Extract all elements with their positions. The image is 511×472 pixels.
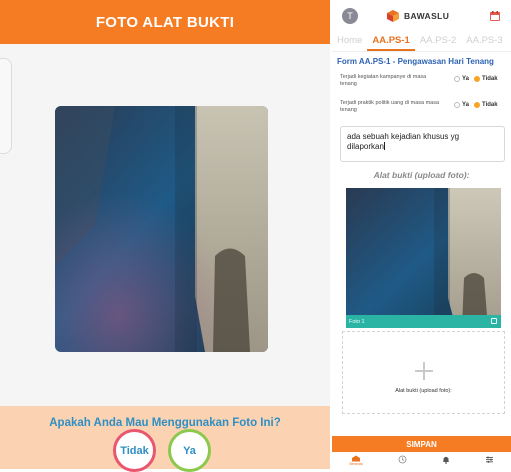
radio-yes[interactable] bbox=[454, 76, 460, 82]
photo-preview-image bbox=[55, 106, 268, 352]
history-icon bbox=[398, 455, 407, 464]
nav-notifications[interactable] bbox=[442, 452, 450, 464]
upload-section-title: Alat bukti (upload foto): bbox=[373, 170, 470, 180]
question-text: Terjadi praktik politik uang di masa mas… bbox=[340, 100, 440, 113]
text-cursor bbox=[383, 141, 385, 150]
calendar-icon[interactable] bbox=[489, 10, 501, 22]
home-icon bbox=[352, 455, 361, 462]
question-row: Terjadi praktik politik uang di masa mas… bbox=[332, 96, 511, 120]
plus-icon bbox=[415, 362, 433, 380]
save-button[interactable]: SIMPAN bbox=[332, 436, 511, 452]
evidence-photo-preview bbox=[55, 106, 268, 352]
bell-icon bbox=[442, 456, 449, 464]
uploaded-photo-image bbox=[346, 188, 501, 328]
use-photo-question: Apakah Anda Mau Menggunakan Foto Ini? bbox=[49, 417, 281, 429]
tab-aa-ps-3[interactable]: AA.PS-3 bbox=[461, 32, 507, 51]
side-panel-edge bbox=[0, 58, 12, 154]
radio-no-label: Tidak bbox=[482, 102, 498, 108]
brand-name: BAWASLU bbox=[404, 11, 450, 21]
brand: BAWASLU bbox=[386, 9, 449, 23]
reject-photo-button[interactable]: Tidak bbox=[113, 429, 156, 472]
bawaslu-logo-icon bbox=[387, 10, 399, 22]
photo-caption: Foto 1 bbox=[349, 319, 365, 325]
radio-no-label: Tidak bbox=[482, 76, 498, 82]
nav-home[interactable]: Beranda bbox=[349, 452, 363, 466]
photo-confirm-screen: FOTO ALAT BUKTI Apakah Anda Mau Mengguna… bbox=[0, 0, 330, 472]
tab-home[interactable]: Home bbox=[332, 32, 367, 51]
app-top-bar: T BAWASLU bbox=[332, 0, 511, 32]
accept-photo-button[interactable]: Ya bbox=[168, 429, 211, 472]
add-photo-dropzone[interactable]: Alat bukti (upload foto): bbox=[342, 331, 505, 414]
radio-yes[interactable] bbox=[454, 102, 460, 108]
photo-screen-title: FOTO ALAT BUKTI bbox=[95, 13, 235, 31]
radio-no[interactable] bbox=[474, 76, 481, 82]
report-form-screen: T BAWASLU Home AA.PS-1 AA.PS-2 AA.PS-3 F… bbox=[332, 0, 511, 469]
bottom-nav: Beranda bbox=[332, 452, 511, 469]
form-title: Form AA.PS-1 - Pengawasan Hari Tenang bbox=[337, 57, 494, 66]
form-tabs: Home AA.PS-1 AA.PS-2 AA.PS-3 bbox=[332, 32, 511, 52]
tab-aa-ps-2[interactable]: AA.PS-2 bbox=[415, 32, 461, 51]
user-avatar[interactable]: T bbox=[342, 8, 358, 24]
question-options: Ya Tidak bbox=[454, 102, 498, 108]
radio-yes-label: Ya bbox=[462, 76, 470, 82]
photo-confirm-panel: Apakah Anda Mau Menggunakan Foto Ini? bbox=[0, 406, 330, 469]
photo-caption-bar: Foto 1 bbox=[346, 315, 501, 328]
photo-screen-header: FOTO ALAT BUKTI bbox=[0, 0, 330, 44]
nav-settings[interactable] bbox=[485, 452, 494, 464]
nav-history[interactable] bbox=[398, 452, 407, 464]
nav-home-label: Beranda bbox=[349, 462, 363, 466]
uploaded-photo-thumbnail[interactable] bbox=[346, 188, 501, 328]
description-textarea[interactable]: ada sebuah kejadian khusus yg dilaporkan bbox=[340, 126, 505, 162]
radio-yes-label: Ya bbox=[462, 102, 470, 108]
question-options: Ya Tidak bbox=[454, 76, 498, 82]
radio-no[interactable] bbox=[474, 102, 481, 108]
settings-icon bbox=[485, 456, 493, 463]
remove-photo-icon[interactable] bbox=[491, 318, 497, 324]
add-photo-label: Alat bukti (upload foto): bbox=[395, 388, 452, 394]
description-text: ada sebuah kejadian khusus yg dilaporkan bbox=[347, 132, 460, 151]
question-text: Terjadi kegiatan kampanye di masa tenang bbox=[340, 74, 427, 87]
tab-aa-ps-1[interactable]: AA.PS-1 bbox=[367, 32, 415, 51]
question-row: Terjadi kegiatan kampanye di masa tenang… bbox=[332, 70, 511, 94]
